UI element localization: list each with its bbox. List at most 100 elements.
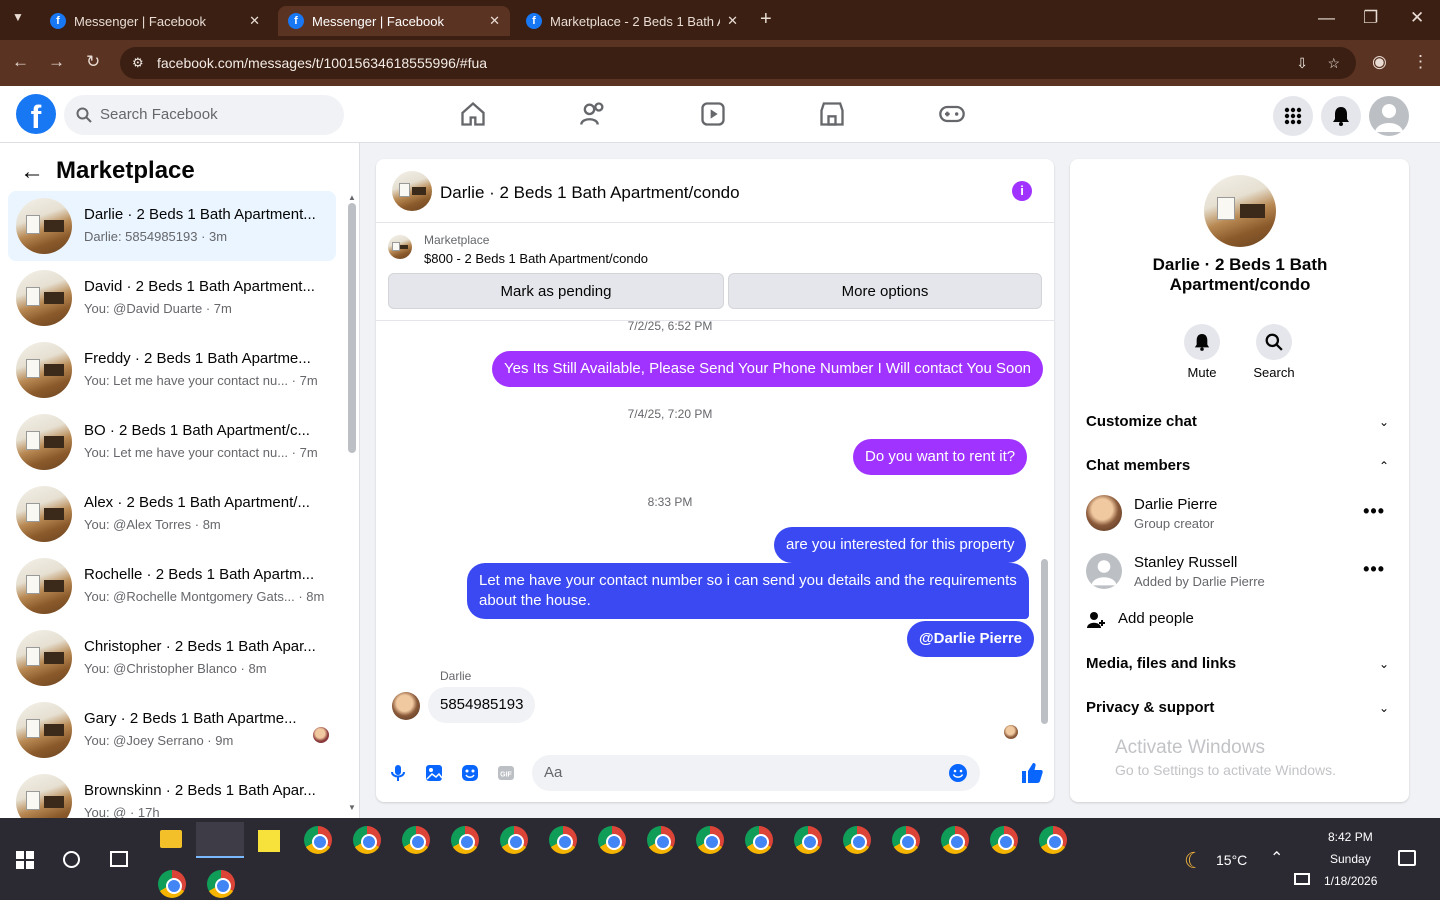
chrome-window-icon[interactable] <box>207 870 235 898</box>
member-name[interactable]: Darlie Pierre <box>1134 496 1217 513</box>
conversation-item[interactable]: Darlie · 2 Beds 1 Bath Apartment... Darli… <box>8 191 336 261</box>
file-explorer-icon[interactable] <box>160 830 182 848</box>
cortana-search-icon[interactable] <box>63 851 80 868</box>
message-bubble-received[interactable]: 5854985193 <box>428 687 536 723</box>
chevron-down-icon[interactable]: ⌄ <box>1379 415 1389 429</box>
task-view-icon[interactable] <box>110 851 128 867</box>
privacy-support-section[interactable]: Privacy & support <box>1086 699 1214 716</box>
chat-avatar[interactable] <box>392 171 432 211</box>
member-options-icon[interactable]: ••• <box>1363 559 1385 580</box>
conversation-item[interactable]: Freddy · 2 Beds 1 Bath Apartme... You: Le… <box>8 335 336 405</box>
chrome-window-icon[interactable] <box>990 826 1018 854</box>
browser-tab-2[interactable]: f Messenger | Facebook ✕ <box>278 6 510 36</box>
thumbs-up-icon[interactable] <box>1020 761 1044 785</box>
member-avatar-stanley[interactable] <box>1086 553 1122 589</box>
mark-as-pending-button[interactable]: Mark as pending <box>388 273 724 309</box>
back-arrow-icon[interactable]: ← <box>20 158 44 186</box>
chrome-window-icon[interactable] <box>549 826 577 854</box>
member-avatar-darlie[interactable] <box>1086 495 1122 531</box>
more-options-button[interactable]: More options <box>728 273 1042 309</box>
profile-icon[interactable]: ◉ <box>1372 52 1387 72</box>
chevron-down-icon[interactable]: ⌄ <box>1379 701 1389 715</box>
minimize-icon[interactable]: — <box>1318 8 1335 28</box>
conversation-item[interactable]: David · 2 Beds 1 Bath Apartment... You: @… <box>8 263 336 333</box>
message-bubble-sent[interactable]: Yes Its Still Available, Please Send You… <box>492 351 1044 387</box>
bookmark-star-icon[interactable]: ☆ <box>1327 47 1340 79</box>
scroll-up-icon[interactable]: ▲ <box>348 193 356 202</box>
emoji-icon[interactable] <box>948 763 968 783</box>
chrome-window-icon[interactable] <box>843 826 871 854</box>
notifications-button[interactable] <box>1321 96 1361 136</box>
chrome-window-icon[interactable] <box>1039 826 1067 854</box>
member-name[interactable]: Stanley Russell <box>1134 554 1237 571</box>
chrome-window-icon[interactable] <box>794 826 822 854</box>
conversation-item[interactable]: Alex · 2 Beds 1 Bath Apartment/... You: @… <box>8 479 336 549</box>
chrome-window-icon[interactable] <box>696 826 724 854</box>
media-files-links-section[interactable]: Media, files and links <box>1086 655 1236 672</box>
windows-start-icon[interactable] <box>16 851 34 869</box>
pinned-app-icon[interactable] <box>196 822 244 858</box>
facebook-search-input[interactable]: Search Facebook <box>64 95 344 135</box>
forward-icon[interactable]: → <box>48 52 65 72</box>
chrome-window-icon[interactable] <box>451 826 479 854</box>
conversation-item[interactable]: Christopher · 2 Beds 1 Bath Apar... You: … <box>8 623 336 693</box>
sender-avatar[interactable] <box>392 692 420 720</box>
listing-thumbnail[interactable] <box>388 235 412 259</box>
message-bubble-sent[interactable]: Do you want to rent it? <box>853 439 1028 475</box>
conversation-scrollbar[interactable] <box>348 203 356 453</box>
sticker-icon[interactable] <box>460 763 480 783</box>
close-tab-icon[interactable]: ✕ <box>249 13 260 29</box>
scroll-down-icon[interactable]: ▼ <box>348 803 356 812</box>
conversation-item[interactable]: Rochelle · 2 Beds 1 Bath Apartm... You: @… <box>8 551 336 621</box>
add-person-icon[interactable] <box>1086 610 1106 630</box>
back-icon[interactable]: ← <box>12 52 29 72</box>
conversation-item[interactable]: Brownskinn · 2 Beds 1 Bath Apar... You: @… <box>8 767 336 818</box>
clock-day[interactable]: Sunday <box>1330 852 1371 866</box>
chrome-window-icon[interactable] <box>892 826 920 854</box>
menu-grid-button[interactable] <box>1273 96 1313 136</box>
notification-center-icon[interactable] <box>1398 850 1416 866</box>
chrome-window-icon[interactable] <box>745 826 773 854</box>
gaming-icon[interactable] <box>938 100 966 128</box>
close-window-icon[interactable]: ✕ <box>1410 8 1424 28</box>
account-avatar-button[interactable] <box>1369 96 1409 136</box>
microphone-icon[interactable] <box>388 763 408 783</box>
customize-chat-section[interactable]: Customize chat <box>1086 413 1197 430</box>
browser-tab-1[interactable]: f Messenger | Facebook ✕ <box>40 6 270 36</box>
image-icon[interactable] <box>424 763 444 783</box>
url-field[interactable]: ⚙ facebook.com/messages/t/10015634618555… <box>120 47 1356 79</box>
message-bubble-sent[interactable]: are you interested for this property <box>774 527 1027 563</box>
listing-title[interactable]: $800 - 2 Beds 1 Bath Apartment/condo <box>424 251 648 266</box>
menu-kebab-icon[interactable]: ⋮ <box>1412 52 1429 72</box>
message-bubble-sent[interactable]: Let me have your contact number so i can… <box>467 563 1029 619</box>
browser-tab-3[interactable]: f Marketplace - 2 Beds 1 Bath Ap ✕ <box>516 6 748 36</box>
chrome-window-icon[interactable] <box>598 826 626 854</box>
chat-members-section[interactable]: Chat members <box>1086 457 1190 474</box>
home-icon[interactable] <box>459 100 487 128</box>
conversation-item[interactable]: BO · 2 Beds 1 Bath Apartment/c... You: Le… <box>8 407 336 477</box>
mention-bubble[interactable]: @Darlie Pierre <box>907 621 1035 657</box>
chat-scrollbar[interactable] <box>1041 559 1048 724</box>
video-icon[interactable] <box>699 100 727 128</box>
message-input[interactable]: Aa <box>532 755 980 791</box>
mute-button[interactable] <box>1184 324 1220 360</box>
chrome-window-icon[interactable] <box>647 826 675 854</box>
install-app-icon[interactable]: ⇩ <box>1296 47 1308 79</box>
group-avatar[interactable] <box>1204 175 1276 247</box>
chrome-window-icon[interactable] <box>941 826 969 854</box>
site-info-icon[interactable]: ⚙ <box>132 47 144 79</box>
chrome-window-icon[interactable] <box>353 826 381 854</box>
chrome-window-icon[interactable] <box>158 870 186 898</box>
chrome-window-icon[interactable] <box>500 826 528 854</box>
clock-date[interactable]: 1/18/2026 <box>1324 874 1377 888</box>
add-people-button[interactable]: Add people <box>1118 610 1194 627</box>
restore-icon[interactable]: ❐ <box>1363 8 1378 28</box>
tab-search-icon[interactable]: ▼ <box>12 10 24 24</box>
facebook-logo-icon[interactable]: f <box>16 94 56 134</box>
new-tab-icon[interactable]: + <box>760 8 772 31</box>
chrome-window-icon[interactable] <box>304 826 332 854</box>
sticky-notes-icon[interactable] <box>258 830 280 852</box>
close-tab-icon[interactable]: ✕ <box>489 13 500 29</box>
member-options-icon[interactable]: ••• <box>1363 501 1385 522</box>
temperature[interactable]: 15°C <box>1216 852 1247 868</box>
